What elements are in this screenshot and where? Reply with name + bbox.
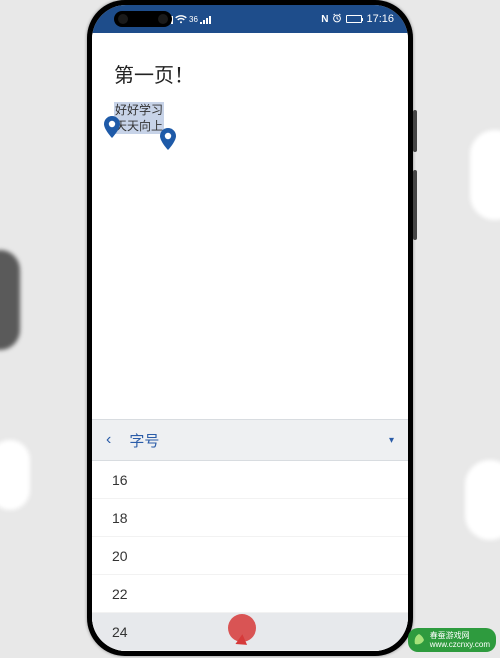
signal2-icon (200, 15, 211, 24)
phone-side-button (413, 110, 417, 152)
nfc-icon: N (321, 14, 328, 25)
dropdown-icon[interactable]: ▾ (389, 435, 394, 446)
phone-frame: 36 N 17:16 第一页！ 好好学习 天天向上 (87, 0, 413, 656)
document-area[interactable]: 第一页！ 好好学习 天天向上 (92, 33, 408, 416)
panel-title[interactable]: 字号 (129, 430, 389, 451)
watermark-name: 春蚕游戏网 (430, 631, 490, 640)
font-size-panel: ‹ 字号 ▾ 1618202224 (92, 419, 408, 651)
status-bar: 36 N 17:16 (92, 5, 408, 33)
watermark: 春蚕游戏网 www.czcnxy.com (408, 628, 496, 652)
font-size-option[interactable]: 20 (92, 537, 408, 575)
page-title: 第一页！ (114, 59, 386, 88)
watermark-url: www.czcnxy.com (430, 640, 490, 649)
panel-header: ‹ 字号 ▾ (92, 419, 408, 461)
font-size-option[interactable]: 16 (92, 461, 408, 499)
camera-cutout (114, 11, 172, 27)
font-size-option[interactable]: 24 (92, 613, 408, 651)
battery-icon (346, 15, 362, 23)
alarm-icon (332, 13, 342, 26)
wifi-icon (175, 15, 187, 24)
font-size-list: 1618202224 (92, 461, 408, 651)
font-size-option[interactable]: 18 (92, 499, 408, 537)
text-selection[interactable]: 好好学习 天天向上 (114, 102, 164, 135)
network-label: 36 (189, 15, 198, 24)
selected-text: 好好学习 天天向上 (114, 102, 164, 134)
status-time: 17:16 (366, 13, 394, 25)
selection-handle-start[interactable] (104, 116, 120, 138)
selection-handle-end[interactable] (160, 128, 176, 150)
back-button[interactable]: ‹ (106, 431, 111, 449)
font-size-option[interactable]: 22 (92, 575, 408, 613)
leaf-icon (412, 633, 426, 647)
phone-volume-button (413, 170, 417, 240)
phone-screen: 36 N 17:16 第一页！ 好好学习 天天向上 (92, 5, 408, 651)
